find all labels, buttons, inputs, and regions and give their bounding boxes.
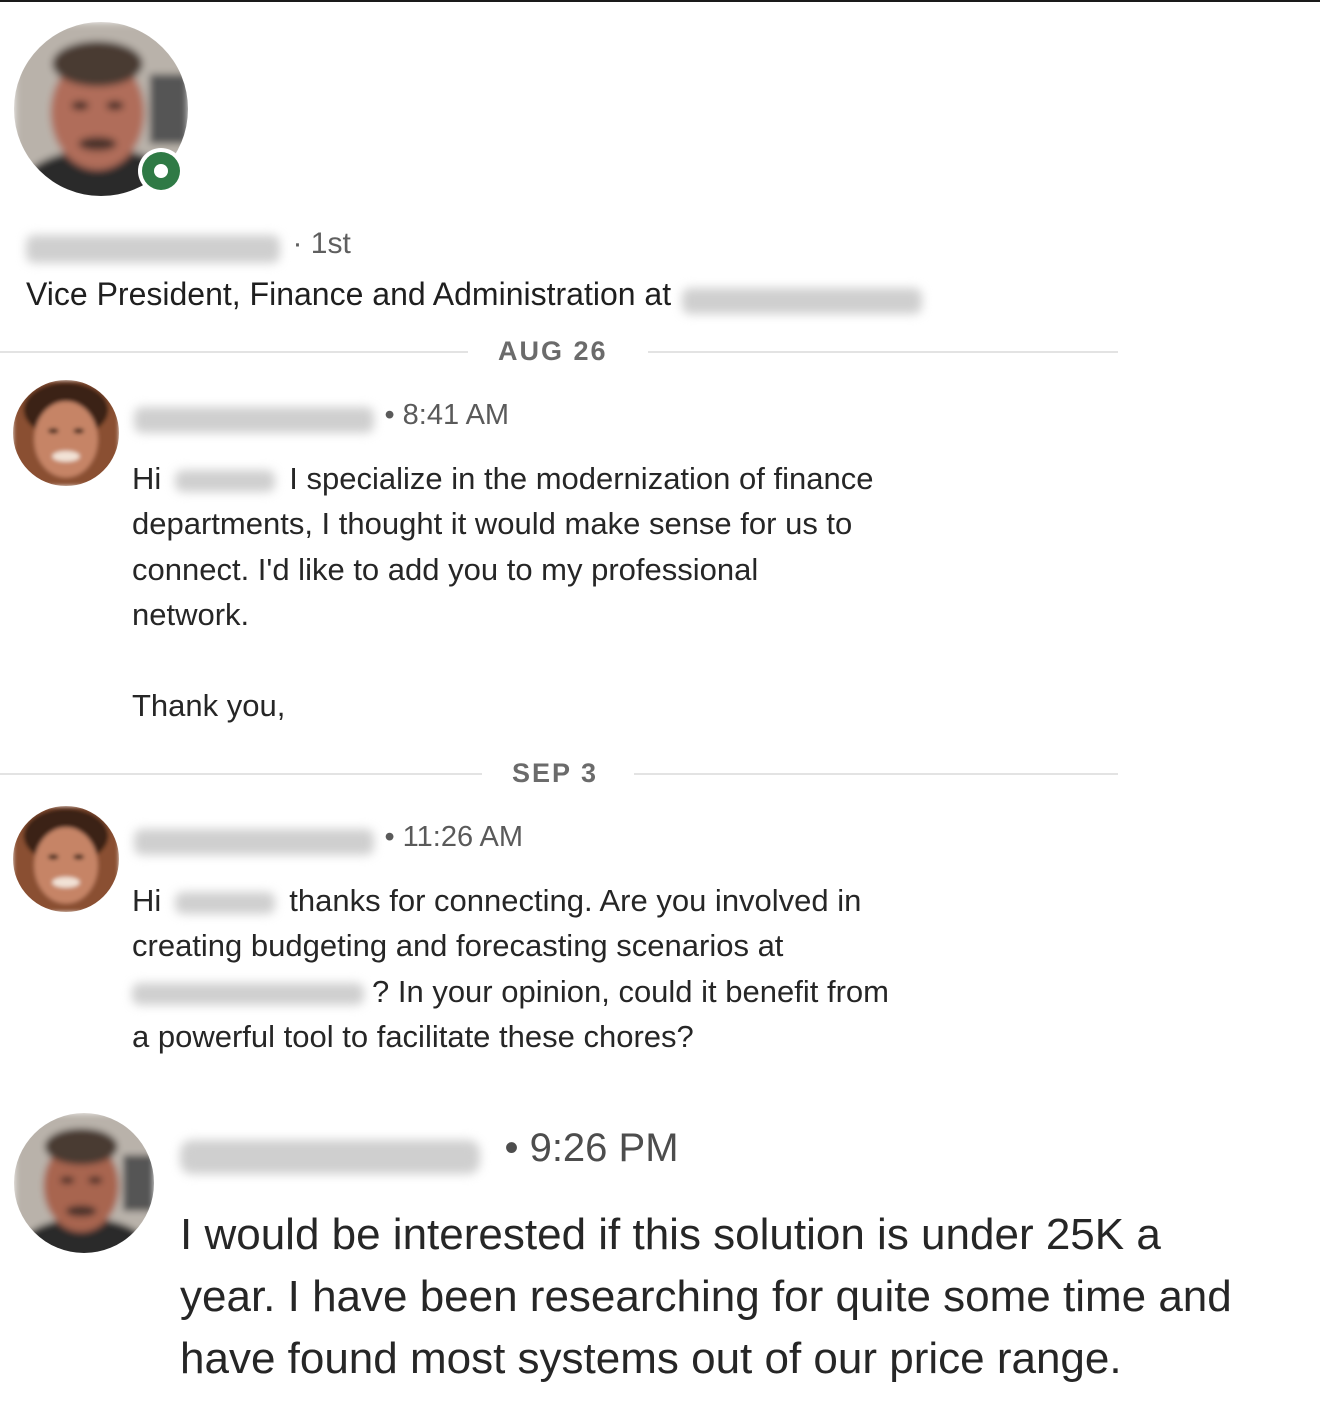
- reply-avatar[interactable]: [14, 1113, 154, 1253]
- sender-avatar[interactable]: [13, 380, 119, 486]
- sender-avatar[interactable]: [13, 806, 119, 912]
- message-1-header: • 8:41 AM: [134, 394, 509, 436]
- greeting: Hi: [132, 883, 162, 918]
- message-2-line-4: a powerful tool to facilitate these chor…: [132, 1019, 694, 1054]
- reply-line-2: year. I have been researching for quite …: [180, 1272, 1232, 1321]
- message-text: thanks for connecting. Are you involved …: [289, 883, 862, 918]
- sender-avatar-image: [13, 380, 119, 486]
- company-name-redacted: [681, 287, 922, 314]
- date-divider-left: [0, 773, 482, 775]
- message-2-header: • 11:26 AM: [134, 816, 523, 858]
- message-1-line-2: departments, I thought it would make sen…: [132, 506, 853, 541]
- message-text: ? In your opinion, could it benefit from: [372, 974, 889, 1009]
- reply-line-3: have found most systems out of our price…: [180, 1334, 1122, 1383]
- window-top-border: [0, 0, 1320, 2]
- message-1-line-1: Hi I specialize in the modernization of f…: [132, 456, 873, 502]
- date-divider-right: [648, 351, 1118, 353]
- message-1-line-3: connect. I'd like to add you to my profe…: [132, 552, 759, 587]
- message-1-line-4: network.: [132, 597, 250, 632]
- message-2-line-2: creating budgeting and forecasting scena…: [132, 928, 784, 963]
- recipient-name-redacted: [175, 891, 276, 914]
- date-divider-aug-26: AUG 26: [498, 336, 608, 366]
- message-text: I specialize in the modernization of fin…: [289, 461, 874, 496]
- message-2-line-3: ? In your opinion, could it benefit from: [132, 969, 889, 1015]
- company-name-redacted: [132, 982, 364, 1005]
- date-divider-sep-3: SEP 3: [512, 758, 599, 788]
- reply-avatar-image: [14, 1113, 154, 1253]
- profile-name-redacted[interactable]: [26, 234, 280, 263]
- message-2-time: • 11:26 AM: [384, 821, 524, 853]
- reply-header: • 9:26 PM: [180, 1120, 679, 1176]
- greeting: Hi: [132, 461, 162, 496]
- online-status-indicator: [138, 148, 184, 194]
- profile-name-row: · 1st: [26, 222, 351, 266]
- connection-degree: · 1st: [292, 227, 351, 260]
- reply-time: • 9:26 PM: [504, 1126, 679, 1170]
- presence-dot: [154, 164, 168, 178]
- presence-ring-icon: [142, 152, 180, 190]
- reply-line-1: I would be interested if this solution i…: [180, 1210, 1161, 1259]
- profile-headline-row: Vice President, Finance and Administrati…: [26, 272, 922, 316]
- message-1-signoff: Thank you,: [132, 688, 286, 723]
- date-divider-right: [634, 773, 1118, 775]
- profile-headline: Vice President, Finance and Administrati…: [26, 276, 672, 312]
- sender-name-redacted[interactable]: [134, 828, 374, 855]
- message-2-line-1: Hi thanks for connecting. Are you involve…: [132, 878, 861, 924]
- sender-avatar-image: [13, 806, 119, 912]
- reply-sender-name-redacted[interactable]: [180, 1139, 480, 1174]
- recipient-name-redacted: [175, 469, 276, 492]
- sender-name-redacted[interactable]: [134, 406, 374, 433]
- date-divider-left: [0, 351, 468, 353]
- message-1-time: • 8:41 AM: [384, 399, 510, 431]
